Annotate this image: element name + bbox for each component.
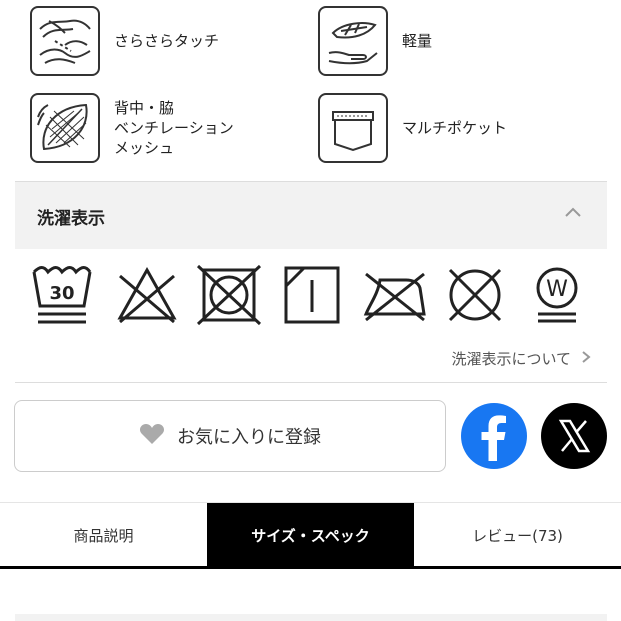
- wash-30-icon: 30: [28, 264, 96, 330]
- svg-text:W: W: [546, 277, 568, 302]
- no-tumble-dry-icon: [196, 264, 262, 330]
- wash-instructions-link-label[interactable]: 洗濯表示について: [451, 348, 571, 369]
- mesh-ventilation-icon: [30, 93, 100, 163]
- tab-reviews[interactable]: レビュー(73): [414, 503, 621, 567]
- multi-pocket-icon: [318, 93, 388, 163]
- feature-label-mesh: 背中・脇 ベンチレーション メッシュ: [114, 99, 234, 157]
- no-iron-icon: [360, 264, 430, 330]
- product-tabs: 商品説明 サイズ・スペック レビュー(73): [0, 503, 621, 567]
- no-bleach-icon: [114, 264, 180, 330]
- heart-icon: [139, 423, 165, 449]
- facebook-icon: [481, 415, 506, 461]
- feature-label-multi-pocket: マルチポケット: [402, 119, 508, 137]
- chevron-up-icon[interactable]: [563, 204, 583, 223]
- wash-instructions-title: 洗濯表示: [37, 209, 105, 229]
- tab-product-description[interactable]: 商品説明: [0, 503, 207, 567]
- line-dry-shade-icon: [282, 264, 342, 330]
- tab-underline: [0, 566, 621, 569]
- feature-multi-pocket: マルチポケット: [318, 93, 507, 163]
- feature-label-smooth-touch: さらさらタッチ: [114, 32, 220, 50]
- x-share-button[interactable]: [541, 403, 607, 469]
- add-to-favorites-label: お気に入りに登録: [177, 427, 321, 448]
- feature-label-lightweight: 軽量: [402, 32, 433, 50]
- feature-mesh: 背中・脇 ベンチレーション メッシュ: [30, 93, 234, 163]
- divider: [15, 382, 607, 383]
- add-to-favorites-button[interactable]: お気に入りに登録: [14, 400, 446, 472]
- smooth-touch-icon: [30, 6, 100, 76]
- facebook-share-button[interactable]: [461, 403, 527, 469]
- svg-text:30: 30: [49, 283, 74, 304]
- feature-smooth-touch: さらさらタッチ: [30, 6, 219, 76]
- x-icon: [558, 419, 591, 453]
- no-dry-clean-icon: [442, 264, 508, 330]
- tab-size-spec[interactable]: サイズ・スペック: [207, 503, 414, 567]
- wet-clean-icon: W: [532, 264, 582, 330]
- lightweight-icon: [318, 6, 388, 76]
- care-symbols: 30 W: [28, 264, 588, 328]
- chevron-right-icon: [581, 350, 591, 368]
- feature-lightweight: 軽量: [318, 6, 432, 76]
- content-header-strip: [15, 614, 607, 621]
- wash-instructions-link[interactable]: 洗濯表示について: [451, 348, 591, 369]
- wash-instructions-header[interactable]: 洗濯表示: [15, 181, 607, 249]
